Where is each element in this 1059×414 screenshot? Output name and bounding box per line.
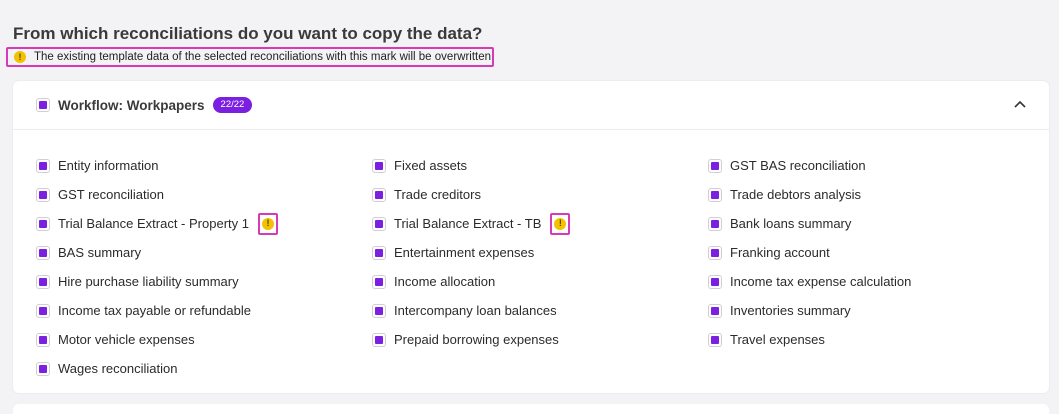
reconciliation-checkbox[interactable] — [708, 245, 722, 260]
warning-icon: ! — [554, 217, 567, 230]
reconciliation-label: Wages reconciliation — [58, 361, 178, 376]
reconciliation-item[interactable]: Fixed assets — [372, 151, 570, 180]
overwrite-notice-text: The existing template data of the select… — [34, 51, 492, 63]
reconciliation-item[interactable]: Entity information — [36, 151, 278, 180]
reconciliation-label: BAS summary — [58, 245, 142, 260]
reconciliation-label: Travel expenses — [730, 332, 825, 347]
reconciliation-label: Bank loans summary — [730, 216, 852, 231]
reconciliation-checkbox[interactable] — [372, 158, 386, 173]
reconciliation-label: Motor vehicle expenses — [58, 332, 195, 347]
reconciliation-checkbox[interactable] — [36, 274, 50, 289]
reconciliation-item[interactable]: Inventories summary — [708, 296, 911, 325]
selected-count-badge: 22/22 — [212, 97, 253, 113]
reconciliation-label: Inventories summary — [730, 303, 851, 318]
reconciliation-item[interactable]: GST reconciliation — [36, 180, 278, 209]
reconciliation-checkbox[interactable] — [36, 303, 50, 318]
overwrite-warning-marker: ! — [550, 212, 571, 235]
workflow-section-card: Workflow: Workpapers 22/22 Entity inform… — [13, 81, 1049, 393]
reconciliation-item[interactable]: Trial Balance Extract - TB! — [372, 209, 571, 238]
reconciliation-item[interactable]: Intercompany loan balances — [372, 296, 570, 325]
reconciliation-item[interactable]: BAS summary — [36, 238, 278, 267]
reconciliation-label: Trade debtors analysis — [730, 187, 862, 202]
reconciliation-label: Trial Balance Extract - Property 1 — [58, 216, 249, 231]
reconciliation-item[interactable]: Hire purchase liability summary — [36, 267, 278, 296]
reconciliation-column-1: Entity information GST reconciliation Tria… — [36, 151, 278, 383]
reconciliation-item[interactable]: Bank loans summary — [708, 209, 911, 238]
reconciliation-checkbox[interactable] — [36, 187, 50, 202]
reconciliation-label: Income tax expense calculation — [730, 274, 912, 289]
reconciliation-checkbox[interactable] — [36, 158, 50, 173]
reconciliation-checkbox[interactable] — [708, 274, 722, 289]
reconciliation-checkbox[interactable] — [36, 216, 50, 231]
section-header[interactable]: Workflow: Workpapers 22/22 — [13, 81, 1049, 130]
reconciliation-label: Hire purchase liability summary — [58, 274, 239, 289]
reconciliation-checkbox[interactable] — [372, 187, 386, 202]
chevron-up-icon[interactable] — [1011, 95, 1029, 113]
overwrite-notice: ! The existing template data of the sele… — [6, 47, 494, 67]
reconciliation-label: Fixed assets — [394, 158, 467, 173]
reconciliation-checkbox[interactable] — [708, 303, 722, 318]
reconciliation-label: Income allocation — [394, 274, 496, 289]
reconciliation-checkbox[interactable] — [36, 361, 50, 376]
reconciliation-item[interactable]: Wages reconciliation — [36, 354, 278, 383]
reconciliation-item[interactable]: Income tax payable or refundable — [36, 296, 278, 325]
reconciliation-label: Trade creditors — [394, 187, 481, 202]
reconciliation-item[interactable]: Prepaid borrowing expenses — [372, 325, 570, 354]
reconciliation-checkbox[interactable] — [372, 216, 386, 231]
reconciliation-label: Entity information — [58, 158, 159, 173]
next-section-card — [13, 404, 1049, 414]
reconciliation-column-3: GST BAS reconciliation Trade debtors anal… — [708, 151, 911, 354]
reconciliation-checkbox[interactable] — [372, 303, 386, 318]
reconciliation-item[interactable]: Motor vehicle expenses — [36, 325, 278, 354]
reconciliation-label: Franking account — [730, 245, 830, 260]
reconciliation-item[interactable]: Travel expenses — [708, 325, 911, 354]
reconciliation-item[interactable]: GST BAS reconciliation — [708, 151, 911, 180]
reconciliation-label: GST BAS reconciliation — [730, 158, 866, 173]
reconciliation-checkbox[interactable] — [372, 245, 386, 260]
warning-icon: ! — [14, 51, 26, 63]
overwrite-warning-marker: ! — [257, 212, 278, 235]
reconciliation-item[interactable]: Income allocation — [372, 267, 570, 296]
reconciliation-checkbox[interactable] — [36, 245, 50, 260]
section-title: Workflow: Workpapers — [58, 97, 205, 113]
section-select-all-checkbox[interactable] — [36, 98, 50, 112]
reconciliation-item[interactable]: Income tax expense calculation — [708, 267, 911, 296]
reconciliation-column-2: Fixed assets Trade creditors Trial Balance… — [372, 151, 571, 354]
reconciliation-label: Prepaid borrowing expenses — [394, 332, 559, 347]
reconciliation-item[interactable]: Entertainment expenses — [372, 238, 570, 267]
reconciliation-checkbox[interactable] — [708, 158, 722, 173]
reconciliation-label: Income tax payable or refundable — [58, 303, 251, 318]
reconciliation-item[interactable]: Trade debtors analysis — [708, 180, 911, 209]
reconciliation-label: GST reconciliation — [58, 187, 164, 202]
reconciliation-checkbox[interactable] — [708, 187, 722, 202]
reconciliation-item[interactable]: Trade creditors — [372, 180, 570, 209]
reconciliation-label: Intercompany loan balances — [394, 303, 557, 318]
reconciliation-checkbox[interactable] — [372, 332, 386, 347]
reconciliation-label: Trial Balance Extract - TB — [394, 216, 542, 231]
reconciliation-checkbox[interactable] — [36, 332, 50, 347]
reconciliation-item[interactable]: Trial Balance Extract - Property 1! — [36, 209, 278, 238]
reconciliation-checkbox[interactable] — [708, 216, 722, 231]
reconciliation-checkbox[interactable] — [708, 332, 722, 347]
reconciliation-label: Entertainment expenses — [394, 245, 535, 260]
warning-icon: ! — [261, 217, 274, 230]
reconciliation-item[interactable]: Franking account — [708, 238, 911, 267]
reconciliation-checkbox[interactable] — [372, 274, 386, 289]
page-title: From which reconciliations do you want t… — [13, 24, 483, 43]
